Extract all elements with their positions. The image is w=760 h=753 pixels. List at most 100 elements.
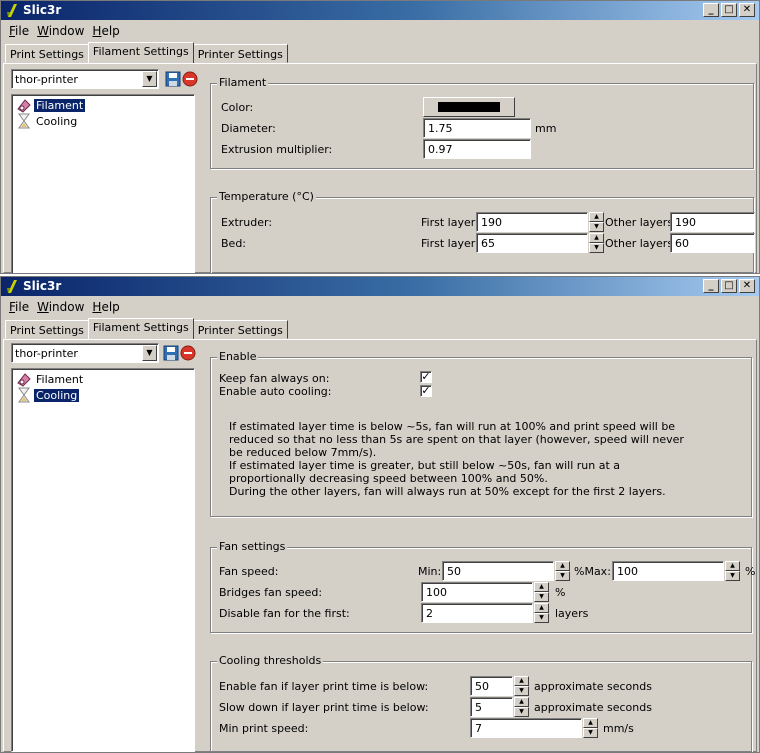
tab-printer-settings[interactable]: Printer Settings (192, 44, 288, 63)
window-title: Slic3r (23, 3, 62, 17)
bed-first-layer-label: First layer: (421, 237, 479, 250)
cooling-hourglass-icon (18, 113, 30, 129)
tab-print-settings[interactable]: Print Settings (5, 44, 89, 63)
title-bar[interactable]: Slic3r _ □ ✕ (1, 1, 759, 20)
menu-bar: File Window Help (1, 298, 759, 316)
fan-min-input[interactable]: 50 (442, 561, 554, 581)
disable-fan-layers-spinner[interactable]: ▲ ▼ (534, 603, 549, 623)
cooling-hourglass-icon (18, 387, 30, 403)
color-label: Color: (221, 101, 254, 114)
settings-tree: Filament Cooling (11, 368, 195, 752)
menu-file[interactable]: File (7, 22, 35, 40)
maximize-button[interactable]: □ (721, 279, 737, 293)
menu-help[interactable]: Help (90, 22, 125, 40)
fan-max-unit: % (745, 565, 756, 578)
slic3r-window-cooling: Slic3r _ □ ✕ File Window Help Print Sett… (0, 276, 760, 753)
tab-filament-settings[interactable]: Filament Settings (87, 42, 194, 63)
disable-fan-layers-input[interactable]: 2 (421, 603, 533, 623)
menu-bar: File Window Help (1, 22, 759, 40)
fan-max-label: %Max: (574, 565, 611, 578)
preset-select[interactable]: thor-printer ▼ (11, 69, 159, 89)
extruder-first-layer-label: First layer: (421, 216, 479, 229)
keep-fan-on-label: Keep fan always on: (219, 372, 330, 385)
filament-spool-icon (17, 373, 31, 387)
bed-first-layer-input[interactable]: 65 (476, 233, 588, 253)
tree-item-cooling[interactable]: Cooling (16, 387, 81, 403)
diameter-label: Diameter: (221, 122, 276, 135)
enable-fan-below-unit: approximate seconds (534, 680, 652, 693)
maximize-button[interactable]: □ (721, 3, 737, 17)
chevron-down-icon[interactable]: ▼ (142, 345, 157, 361)
color-picker-button[interactable] (423, 97, 515, 117)
extruder-other-layers-input[interactable]: 190 (670, 212, 755, 232)
tab-filament-settings[interactable]: Filament Settings (87, 318, 194, 339)
chevron-down-icon[interactable]: ▼ (142, 71, 157, 87)
fan-min-spinner[interactable]: ▲ ▼ (555, 561, 570, 581)
settings-tree: Filament Cooling (11, 94, 195, 273)
filament-spool-icon (17, 99, 31, 113)
min-print-speed-input[interactable]: 7 (470, 718, 582, 738)
diameter-input[interactable]: 1.75 (423, 118, 531, 138)
tree-item-filament[interactable]: Filament (16, 371, 85, 387)
delete-icon[interactable] (182, 71, 198, 87)
extruder-first-layer-input[interactable]: 190 (476, 212, 588, 232)
tree-item-filament[interactable]: Filament (16, 97, 87, 113)
fan-min-label: Min: (418, 565, 442, 578)
min-print-speed-spinner[interactable]: ▲ ▼ (583, 718, 598, 738)
settings-tabs: Print Settings Filament Settings Printer… (5, 318, 288, 339)
slow-down-below-label: Slow down if layer print time is below: (219, 701, 429, 714)
diameter-unit: mm (535, 122, 557, 135)
color-swatch (438, 102, 500, 112)
delete-icon[interactable] (180, 345, 196, 361)
close-button[interactable]: ✕ (739, 3, 755, 17)
bridges-fan-speed-unit: % (555, 586, 566, 599)
tab-printer-settings[interactable]: Printer Settings (192, 320, 288, 339)
extruder-label: Extruder: (221, 216, 273, 229)
enable-fan-below-spinner[interactable]: ▲ ▼ (514, 676, 529, 696)
menu-window[interactable]: Window (35, 298, 90, 316)
menu-help[interactable]: Help (90, 298, 125, 316)
fan-max-spinner[interactable]: ▲ ▼ (725, 561, 740, 581)
slic3r-logo-icon (7, 4, 17, 17)
close-button[interactable]: ✕ (739, 279, 755, 293)
min-print-speed-unit: mm/s (603, 722, 634, 735)
enable-fan-below-input[interactable]: 50 (470, 676, 513, 696)
keep-fan-on-checkbox[interactable]: ✓ (420, 371, 432, 383)
settings-tabs: Print Settings Filament Settings Printer… (5, 42, 288, 63)
minimize-button[interactable]: _ (703, 279, 719, 293)
save-icon[interactable] (165, 71, 181, 87)
slic3r-logo-icon (7, 280, 17, 293)
cooling-description: If estimated layer time is below ~5s, fa… (229, 420, 684, 498)
tree-item-cooling[interactable]: Cooling (16, 113, 79, 129)
slow-down-below-spinner[interactable]: ▲ ▼ (514, 697, 529, 717)
tab-print-settings[interactable]: Print Settings (5, 320, 89, 339)
slow-down-below-input[interactable]: 5 (470, 697, 513, 717)
extruder-first-layer-spinner[interactable]: ▲ ▼ (589, 212, 604, 232)
title-bar[interactable]: Slic3r _ □ ✕ (1, 277, 759, 296)
bridges-fan-speed-spinner[interactable]: ▲ ▼ (534, 582, 549, 602)
menu-file[interactable]: File (7, 298, 35, 316)
disable-fan-unit: layers (555, 607, 589, 620)
fan-max-input[interactable]: 100 (612, 561, 724, 581)
min-print-speed-label: Min print speed: (219, 722, 309, 735)
preset-select[interactable]: thor-printer ▼ (11, 343, 159, 363)
fan-speed-label: Fan speed: (219, 565, 279, 578)
auto-cooling-label: Enable auto cooling: (219, 385, 332, 398)
slic3r-window-filament: Slic3r _ □ ✕ File Window Help Print Sett… (0, 0, 760, 274)
save-icon[interactable] (163, 345, 179, 361)
extrusion-multiplier-input[interactable]: 0.97 (423, 139, 531, 159)
menu-window[interactable]: Window (35, 22, 90, 40)
slow-down-below-unit: approximate seconds (534, 701, 652, 714)
minimize-button[interactable]: _ (703, 3, 719, 17)
auto-cooling-checkbox[interactable]: ✓ (420, 385, 432, 397)
extrusion-multiplier-label: Extrusion multiplier: (221, 143, 333, 156)
enable-fan-below-label: Enable fan if layer print time is below: (219, 680, 429, 693)
bed-other-layers-label: Other layers: (605, 237, 677, 250)
disable-fan-label: Disable fan for the first: (219, 607, 350, 620)
bridges-fan-speed-label: Bridges fan speed: (219, 586, 323, 599)
extruder-other-layers-label: Other layers: (605, 216, 677, 229)
window-title: Slic3r (23, 279, 62, 293)
bridges-fan-speed-input[interactable]: 100 (421, 582, 533, 602)
bed-other-layers-input[interactable]: 60 (670, 233, 755, 253)
bed-first-layer-spinner[interactable]: ▲ ▼ (589, 233, 604, 253)
